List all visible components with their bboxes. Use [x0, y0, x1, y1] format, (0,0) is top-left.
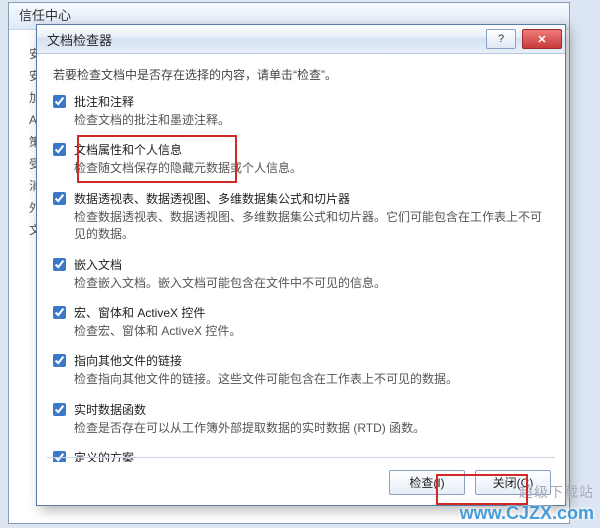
intro-text: 若要检查文档中是否存在选择的内容，请单击“检查”。: [53, 66, 551, 83]
option-pivot: 数据透视表、数据透视图、多维数据集公式和切片器检查数据透视表、数据透视图、多维数…: [53, 190, 551, 244]
dialog-content[interactable]: 若要检查文档中是否存在选择的内容，请单击“检查”。 批注和注释检查文档的批注和墨…: [37, 54, 565, 462]
dialog-titlebar: 文档检查器 ? ✕: [37, 25, 565, 54]
option-desc: 检查嵌入文档。嵌入文档可能包含在文件中不可见的信息。: [74, 275, 551, 292]
window-buttons: ? ✕: [483, 27, 565, 51]
checkbox-comments[interactable]: [53, 95, 66, 108]
option-desc: 检查文档的批注和墨迹注释。: [74, 112, 551, 129]
separator: [47, 457, 555, 458]
checkbox-macros[interactable]: [53, 306, 66, 319]
option-label: 宏、窗体和 ActiveX 控件: [74, 304, 551, 321]
help-button[interactable]: ?: [486, 29, 516, 49]
checkbox-pivot[interactable]: [53, 192, 66, 205]
option-label: 嵌入文档: [74, 256, 551, 273]
checkbox-doc-properties[interactable]: [53, 143, 66, 156]
checkbox-links[interactable]: [53, 354, 66, 367]
document-inspector-dialog: 文档检查器 ? ✕ 若要检查文档中是否存在选择的内容，请单击“检查”。 批注和注…: [36, 24, 566, 506]
checkbox-embedded[interactable]: [53, 258, 66, 271]
option-label: 指向其他文件的链接: [74, 352, 551, 369]
checkbox-rtd[interactable]: [53, 403, 66, 416]
highlight-doc-properties: [77, 135, 237, 183]
option-label: 数据透视表、数据透视图、多维数据集公式和切片器: [74, 190, 551, 207]
option-desc: 检查是否存在可以从工作簿外部提取数据的实时数据 (RTD) 函数。: [74, 420, 551, 437]
watermark-name: 超级下载站: [519, 482, 594, 502]
option-rtd: 实时数据函数检查是否存在可以从工作簿外部提取数据的实时数据 (RTD) 函数。: [53, 401, 551, 437]
option-embedded: 嵌入文档检查嵌入文档。嵌入文档可能包含在文件中不可见的信息。: [53, 256, 551, 292]
option-desc: 检查宏、窗体和 ActiveX 控件。: [74, 323, 551, 340]
option-desc: 检查数据透视表、数据透视图、多维数据集公式和切片器。它们可能包含在工作表上不可见…: [74, 209, 551, 244]
option-comments: 批注和注释检查文档的批注和墨迹注释。: [53, 93, 551, 129]
option-macros: 宏、窗体和 ActiveX 控件检查宏、窗体和 ActiveX 控件。: [53, 304, 551, 340]
option-links: 指向其他文件的链接检查指向其他文件的链接。这些文件可能包含在工作表上不可见的数据…: [53, 352, 551, 388]
option-scenarios: 定义的方案: [53, 449, 551, 462]
option-label: 定义的方案: [74, 449, 551, 462]
dialog-title: 文档检查器: [37, 30, 112, 49]
highlight-inspect-button: [436, 474, 528, 505]
option-label: 批注和注释: [74, 93, 551, 110]
window-close-button[interactable]: ✕: [522, 29, 562, 49]
option-label: 实时数据函数: [74, 401, 551, 418]
option-desc: 检查指向其他文件的链接。这些文件可能包含在工作表上不可见的数据。: [74, 371, 551, 388]
watermark-url: www.CJZX.com: [460, 503, 594, 524]
